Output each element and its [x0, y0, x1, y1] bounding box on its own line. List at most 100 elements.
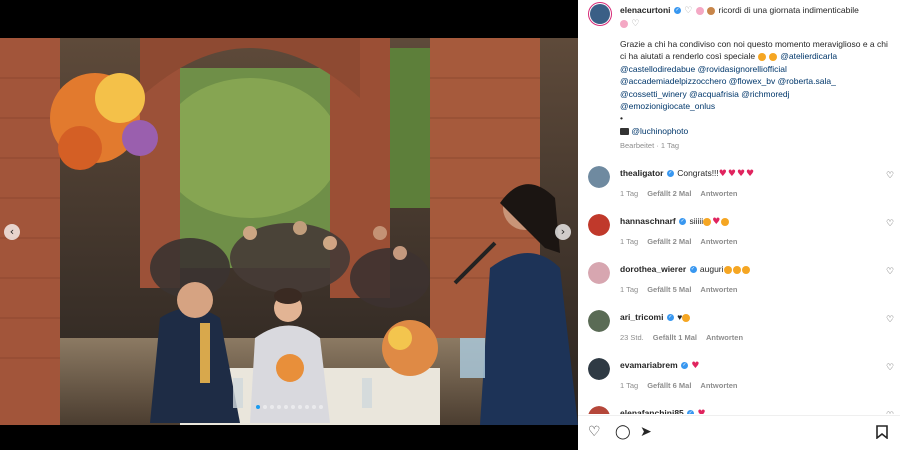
- commenter-username[interactable]: evamariabrem: [620, 360, 678, 370]
- comment-like-heart-icon[interactable]: ♡: [886, 267, 894, 277]
- comment-text-line: elenafanchini85 ✓ ♥: [620, 407, 707, 414]
- commenter-username[interactable]: elenafanchini85: [620, 408, 684, 414]
- carousel-dot: [311, 405, 316, 409]
- bullet-separator: •: [620, 113, 623, 124]
- carousel-next-button[interactable]: ›: [555, 224, 571, 240]
- commenter-avatar[interactable]: [588, 358, 610, 380]
- comment-time: 1 Tag: [620, 285, 639, 294]
- comment-like-heart-icon[interactable]: ♡: [886, 171, 894, 181]
- cherry-blossom-icon: [620, 19, 628, 28]
- commenter-username[interactable]: dorothea_wierer: [620, 264, 686, 274]
- carousel-dot: [255, 405, 260, 409]
- bear-icon: [707, 6, 716, 15]
- smile-icon: [757, 53, 766, 62]
- red-heart-icon: ♥: [736, 168, 746, 179]
- verified-badge-icon: ✓: [666, 170, 674, 178]
- mention-link[interactable]: @castellodiredabue @rovidasignorellioffi…: [620, 64, 787, 74]
- white-heart-icon: ♡: [684, 5, 693, 16]
- like-heart-icon[interactable]: ♡: [588, 424, 601, 440]
- camera-icon: [620, 128, 629, 136]
- reply-button[interactable]: Antworten: [700, 285, 737, 294]
- post-modal: ‹ › elenacurtoni ✓ ♡ ricordi di una gior…: [0, 0, 900, 450]
- caption-first-line: ricordi di una giornata indimenticabile: [718, 5, 859, 15]
- verified-badge-icon: ✓: [687, 410, 695, 414]
- red-heart-icon: ♥: [718, 168, 727, 179]
- commenter-avatar[interactable]: [588, 406, 610, 414]
- comment-likes[interactable]: Gefällt 2 Mal: [647, 237, 691, 246]
- mention-link[interactable]: @emozionigiocate_onlus: [620, 101, 715, 111]
- comment-likes[interactable]: Gefällt 2 Mal: [647, 189, 691, 198]
- comment-time: 1 Tag: [620, 189, 639, 198]
- author-avatar[interactable]: [588, 2, 612, 26]
- caption-header: elenacurtoni ✓ ♡ ricordi di una giornata…: [620, 4, 890, 30]
- comment-text: Congrats!!!: [677, 168, 719, 178]
- reply-button[interactable]: Antworten: [700, 237, 737, 246]
- comment-text-line: ari_tricomi ✓ ♥: [620, 311, 691, 323]
- comment-text-line: dorothea_wierer ✓ auguri: [620, 263, 751, 275]
- emoji-face-icon: [732, 265, 741, 274]
- comment-likes[interactable]: Gefällt 5 Mal: [647, 285, 691, 294]
- comment-meta: 23 Std. Gefällt 1 Mal Antworten: [620, 333, 752, 342]
- save-bookmark-icon[interactable]: [876, 425, 888, 443]
- carousel-dot: [318, 405, 323, 409]
- comment-time: 1 Tag: [620, 381, 639, 390]
- verified-badge-icon: ✓: [689, 266, 697, 274]
- red-heart-icon: ♥: [746, 168, 755, 179]
- carousel-dot: [290, 405, 295, 409]
- post-photo[interactable]: [0, 38, 578, 425]
- reply-button[interactable]: Antworten: [700, 189, 737, 198]
- comment-text-line: hannaschnarf ✓ siiiii ♥: [620, 215, 730, 228]
- reply-button[interactable]: Antworten: [700, 381, 737, 390]
- comment-like-heart-icon[interactable]: ♡: [886, 219, 894, 229]
- carousel-dot: [276, 405, 281, 409]
- comment-like-heart-icon[interactable]: ♡: [886, 363, 894, 373]
- comment-row: dorothea_wierer ✓ auguri 1 Tag Gefällt 5 M…: [578, 256, 900, 304]
- mention-link[interactable]: @cossetti_winery @acquafrisia @richmored…: [620, 89, 790, 99]
- caption-meta: Bearbeitet · 1 Tag: [620, 141, 680, 150]
- carousel-prev-button[interactable]: ‹: [4, 224, 20, 240]
- wedding-photo-image: [0, 38, 578, 425]
- commenter-username[interactable]: hannaschnarf: [620, 216, 676, 226]
- comment-row: thealigator ✓ Congrats!!!♥♥♥♥ 1 Tag Gefäll…: [578, 160, 900, 208]
- comment-time: 23 Std.: [620, 333, 644, 342]
- comment-bubble-icon[interactable]: ◯: [615, 424, 631, 440]
- comment-likes[interactable]: Gefällt 1 Mal: [653, 333, 697, 342]
- comment-like-heart-icon[interactable]: ♡: [886, 411, 894, 414]
- action-bar: ♡ ◯ ➤: [578, 415, 900, 450]
- author-username[interactable]: elenacurtoni: [620, 5, 671, 15]
- commenter-avatar[interactable]: [588, 310, 610, 332]
- red-heart-icon: ♥: [727, 168, 736, 179]
- carousel-dot: [269, 405, 274, 409]
- verified-badge-icon: ✓: [673, 7, 681, 15]
- white-heart-icon: ♡: [631, 18, 640, 29]
- comment-like-heart-icon[interactable]: ♡: [886, 315, 894, 325]
- mention-link[interactable]: @atelierdicarla: [780, 51, 837, 61]
- comment-meta: 1 Tag Gefällt 6 Mal Antworten: [620, 381, 747, 390]
- chevron-right-icon: ›: [560, 225, 566, 238]
- comments-list: thealigator ✓ Congrats!!!♥♥♥♥ 1 Tag Gefäll…: [578, 160, 900, 414]
- emoji-face-icon: [741, 265, 750, 274]
- caption-block: elenacurtoni ✓ ♡ ricordi di una giornata…: [578, 0, 900, 158]
- commenter-avatar[interactable]: [588, 214, 610, 236]
- photo-credit-link[interactable]: @luchinophoto: [631, 126, 688, 136]
- carousel-dots: [0, 405, 578, 409]
- emoji-face-icon: [682, 313, 691, 322]
- comment-text-line: evamariabrem ✓ ♥: [620, 359, 700, 372]
- media-viewer: ‹ ›: [0, 0, 578, 450]
- commenter-avatar[interactable]: [588, 166, 610, 188]
- verified-badge-icon: ✓: [666, 314, 674, 322]
- carousel-dot: [297, 405, 302, 409]
- cherry-blossom-icon: [695, 6, 704, 15]
- commenter-avatar[interactable]: [588, 262, 610, 284]
- commenter-username[interactable]: thealigator: [620, 168, 663, 178]
- verified-badge-icon: ✓: [679, 218, 687, 226]
- comment-meta: 1 Tag Gefällt 5 Mal Antworten: [620, 285, 747, 294]
- carousel-dot: [262, 405, 267, 409]
- reply-button[interactable]: Antworten: [706, 333, 743, 342]
- mention-link[interactable]: @accademiadelpizzocchero @flowex_bv @rob…: [620, 76, 836, 86]
- comment-likes[interactable]: Gefällt 6 Mal: [647, 381, 691, 390]
- share-send-icon[interactable]: ➤: [640, 424, 652, 440]
- comment-text: auguri: [699, 264, 724, 274]
- carousel-dot: [283, 405, 288, 409]
- commenter-username[interactable]: ari_tricomi: [620, 312, 663, 322]
